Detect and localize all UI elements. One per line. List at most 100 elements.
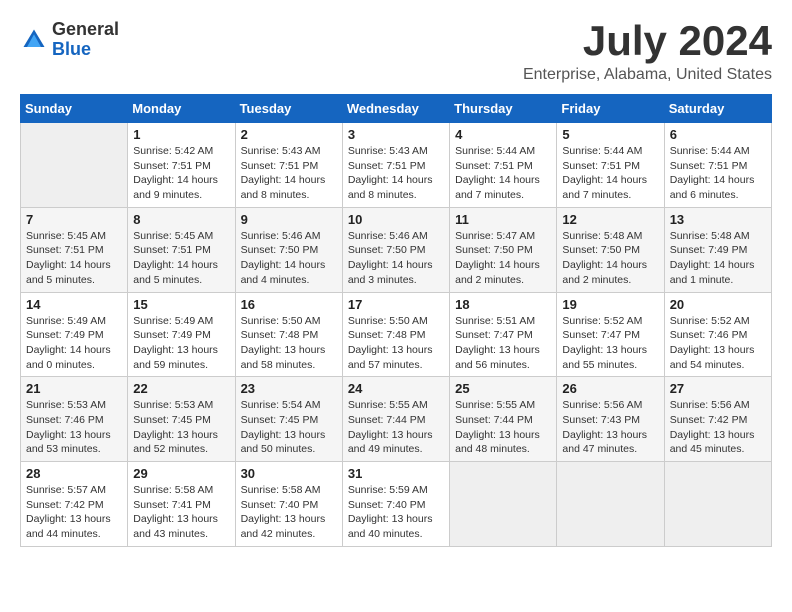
day-number: 25 bbox=[455, 381, 551, 396]
page-header: General Blue July 2024 Enterprise, Alaba… bbox=[20, 20, 772, 84]
day-info: Sunrise: 5:50 AMSunset: 7:48 PMDaylight:… bbox=[241, 314, 337, 373]
day-cell: 28 Sunrise: 5:57 AMSunset: 7:42 PMDayligh… bbox=[21, 462, 128, 547]
day-info: Sunrise: 5:49 AMSunset: 7:49 PMDaylight:… bbox=[26, 314, 122, 373]
day-number: 18 bbox=[455, 297, 551, 312]
day-number: 16 bbox=[241, 297, 337, 312]
day-info: Sunrise: 5:44 AMSunset: 7:51 PMDaylight:… bbox=[670, 144, 766, 203]
day-info: Sunrise: 5:51 AMSunset: 7:47 PMDaylight:… bbox=[455, 314, 551, 373]
day-cell: 15 Sunrise: 5:49 AMSunset: 7:49 PMDayligh… bbox=[128, 292, 235, 377]
col-header-tuesday: Tuesday bbox=[235, 95, 342, 123]
day-info: Sunrise: 5:57 AMSunset: 7:42 PMDaylight:… bbox=[26, 483, 122, 542]
day-info: Sunrise: 5:42 AMSunset: 7:51 PMDaylight:… bbox=[133, 144, 229, 203]
day-number: 28 bbox=[26, 466, 122, 481]
day-number: 2 bbox=[241, 127, 337, 142]
day-number: 6 bbox=[670, 127, 766, 142]
col-header-thursday: Thursday bbox=[450, 95, 557, 123]
day-number: 23 bbox=[241, 381, 337, 396]
day-info: Sunrise: 5:45 AMSunset: 7:51 PMDaylight:… bbox=[133, 229, 229, 288]
calendar-table: SundayMondayTuesdayWednesdayThursdayFrid… bbox=[20, 94, 772, 547]
day-info: Sunrise: 5:58 AMSunset: 7:41 PMDaylight:… bbox=[133, 483, 229, 542]
day-cell: 16 Sunrise: 5:50 AMSunset: 7:48 PMDayligh… bbox=[235, 292, 342, 377]
day-info: Sunrise: 5:53 AMSunset: 7:46 PMDaylight:… bbox=[26, 398, 122, 457]
day-cell: 10 Sunrise: 5:46 AMSunset: 7:50 PMDayligh… bbox=[342, 207, 449, 292]
day-number: 8 bbox=[133, 212, 229, 227]
day-cell: 31 Sunrise: 5:59 AMSunset: 7:40 PMDayligh… bbox=[342, 462, 449, 547]
day-number: 12 bbox=[562, 212, 658, 227]
day-info: Sunrise: 5:46 AMSunset: 7:50 PMDaylight:… bbox=[241, 229, 337, 288]
day-cell: 20Sunrise: 5:52 AMSunset: 7:46 PMDayligh… bbox=[664, 292, 771, 377]
logo-general: General bbox=[52, 20, 119, 40]
day-cell: 25 Sunrise: 5:55 AMSunset: 7:44 PMDayligh… bbox=[450, 377, 557, 462]
day-cell: 29Sunrise: 5:58 AMSunset: 7:41 PMDayligh… bbox=[128, 462, 235, 547]
week-row-3: 14 Sunrise: 5:49 AMSunset: 7:49 PMDayligh… bbox=[21, 292, 772, 377]
day-number: 26 bbox=[562, 381, 658, 396]
day-info: Sunrise: 5:45 AMSunset: 7:51 PMDaylight:… bbox=[26, 229, 122, 288]
day-info: Sunrise: 5:54 AMSunset: 7:45 PMDaylight:… bbox=[241, 398, 337, 457]
day-number: 27 bbox=[670, 381, 766, 396]
week-row-1: 1 Sunrise: 5:42 AMSunset: 7:51 PMDaylight… bbox=[21, 123, 772, 208]
day-cell: 14 Sunrise: 5:49 AMSunset: 7:49 PMDayligh… bbox=[21, 292, 128, 377]
day-cell: 17Sunrise: 5:50 AMSunset: 7:48 PMDayligh… bbox=[342, 292, 449, 377]
day-info: Sunrise: 5:43 AMSunset: 7:51 PMDaylight:… bbox=[241, 144, 337, 203]
col-header-friday: Friday bbox=[557, 95, 664, 123]
day-info: Sunrise: 5:43 AMSunset: 7:51 PMDaylight:… bbox=[348, 144, 444, 203]
col-header-saturday: Saturday bbox=[664, 95, 771, 123]
day-cell bbox=[557, 462, 664, 547]
day-cell: 8 Sunrise: 5:45 AMSunset: 7:51 PMDaylight… bbox=[128, 207, 235, 292]
day-number: 9 bbox=[241, 212, 337, 227]
day-info: Sunrise: 5:48 AMSunset: 7:49 PMDaylight:… bbox=[670, 229, 766, 288]
day-cell: 9 Sunrise: 5:46 AMSunset: 7:50 PMDaylight… bbox=[235, 207, 342, 292]
day-number: 11 bbox=[455, 212, 551, 227]
col-header-wednesday: Wednesday bbox=[342, 95, 449, 123]
day-cell: 6 Sunrise: 5:44 AMSunset: 7:51 PMDaylight… bbox=[664, 123, 771, 208]
col-header-monday: Monday bbox=[128, 95, 235, 123]
day-cell: 27 Sunrise: 5:56 AMSunset: 7:42 PMDayligh… bbox=[664, 377, 771, 462]
header-row: SundayMondayTuesdayWednesdayThursdayFrid… bbox=[21, 95, 772, 123]
day-info: Sunrise: 5:48 AMSunset: 7:50 PMDaylight:… bbox=[562, 229, 658, 288]
day-number: 1 bbox=[133, 127, 229, 142]
day-info: Sunrise: 5:44 AMSunset: 7:51 PMDaylight:… bbox=[455, 144, 551, 203]
day-cell: 4 Sunrise: 5:44 AMSunset: 7:51 PMDaylight… bbox=[450, 123, 557, 208]
week-row-2: 7Sunrise: 5:45 AMSunset: 7:51 PMDaylight… bbox=[21, 207, 772, 292]
day-cell: 3 Sunrise: 5:43 AMSunset: 7:51 PMDaylight… bbox=[342, 123, 449, 208]
day-number: 4 bbox=[455, 127, 551, 142]
day-info: Sunrise: 5:55 AMSunset: 7:44 PMDaylight:… bbox=[455, 398, 551, 457]
title-block: July 2024 Enterprise, Alabama, United St… bbox=[523, 20, 772, 84]
location: Enterprise, Alabama, United States bbox=[523, 66, 772, 84]
day-cell: 12 Sunrise: 5:48 AMSunset: 7:50 PMDayligh… bbox=[557, 207, 664, 292]
day-number: 13 bbox=[670, 212, 766, 227]
day-cell bbox=[450, 462, 557, 547]
day-info: Sunrise: 5:58 AMSunset: 7:40 PMDaylight:… bbox=[241, 483, 337, 542]
day-cell: 13 Sunrise: 5:48 AMSunset: 7:49 PMDayligh… bbox=[664, 207, 771, 292]
day-number: 14 bbox=[26, 297, 122, 312]
day-info: Sunrise: 5:59 AMSunset: 7:40 PMDaylight:… bbox=[348, 483, 444, 542]
day-number: 10 bbox=[348, 212, 444, 227]
week-row-4: 21 Sunrise: 5:53 AMSunset: 7:46 PMDayligh… bbox=[21, 377, 772, 462]
day-info: Sunrise: 5:55 AMSunset: 7:44 PMDaylight:… bbox=[348, 398, 444, 457]
day-info: Sunrise: 5:49 AMSunset: 7:49 PMDaylight:… bbox=[133, 314, 229, 373]
day-number: 21 bbox=[26, 381, 122, 396]
day-info: Sunrise: 5:46 AMSunset: 7:50 PMDaylight:… bbox=[348, 229, 444, 288]
day-cell: 7Sunrise: 5:45 AMSunset: 7:51 PMDaylight… bbox=[21, 207, 128, 292]
day-cell: 21 Sunrise: 5:53 AMSunset: 7:46 PMDayligh… bbox=[21, 377, 128, 462]
day-info: Sunrise: 5:56 AMSunset: 7:42 PMDaylight:… bbox=[670, 398, 766, 457]
day-number: 15 bbox=[133, 297, 229, 312]
day-number: 3 bbox=[348, 127, 444, 142]
day-info: Sunrise: 5:52 AMSunset: 7:47 PMDaylight:… bbox=[562, 314, 658, 373]
day-cell: 24 Sunrise: 5:55 AMSunset: 7:44 PMDayligh… bbox=[342, 377, 449, 462]
day-info: Sunrise: 5:50 AMSunset: 7:48 PMDaylight:… bbox=[348, 314, 444, 373]
day-number: 30 bbox=[241, 466, 337, 481]
day-number: 24 bbox=[348, 381, 444, 396]
day-cell: 23 Sunrise: 5:54 AMSunset: 7:45 PMDayligh… bbox=[235, 377, 342, 462]
logo-text: General Blue bbox=[52, 20, 119, 60]
day-cell: 30 Sunrise: 5:58 AMSunset: 7:40 PMDayligh… bbox=[235, 462, 342, 547]
day-cell bbox=[664, 462, 771, 547]
day-info: Sunrise: 5:53 AMSunset: 7:45 PMDaylight:… bbox=[133, 398, 229, 457]
week-row-5: 28 Sunrise: 5:57 AMSunset: 7:42 PMDayligh… bbox=[21, 462, 772, 547]
day-cell: 1 Sunrise: 5:42 AMSunset: 7:51 PMDaylight… bbox=[128, 123, 235, 208]
day-number: 31 bbox=[348, 466, 444, 481]
day-info: Sunrise: 5:47 AMSunset: 7:50 PMDaylight:… bbox=[455, 229, 551, 288]
logo-blue: Blue bbox=[52, 40, 119, 60]
logo-icon bbox=[20, 26, 48, 54]
col-header-sunday: Sunday bbox=[21, 95, 128, 123]
